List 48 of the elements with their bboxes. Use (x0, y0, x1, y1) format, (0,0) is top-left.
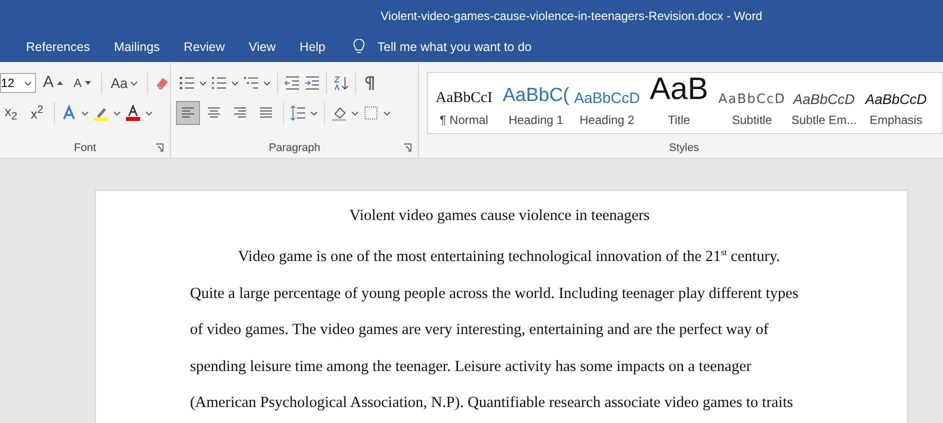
caret-icon (231, 80, 239, 86)
borders-icon (363, 105, 379, 121)
highlighter-icon (93, 105, 109, 121)
superscript-button[interactable]: x$^{2}$ (30, 104, 44, 122)
increase-indent-icon (304, 75, 320, 91)
change-case-button[interactable]: Aa (108, 72, 141, 94)
dialog-launcher-icon[interactable] (403, 143, 412, 152)
font-size-field[interactable]: 12 (0, 73, 36, 93)
group-label: Font (74, 142, 96, 154)
shrink-font-button[interactable]: A (70, 72, 95, 94)
shrink-arrow-icon (84, 80, 92, 86)
eraser-icon (154, 75, 170, 91)
window-title: Violent-video-games-cause-violence-in-teenagers-Revision.docx - Word (380, 9, 762, 23)
alignment-button[interactable] (177, 102, 199, 124)
text-effects-icon (61, 105, 77, 121)
lightbulb-icon (351, 39, 368, 55)
caret-icon (24, 80, 32, 86)
caret-icon (383, 110, 391, 116)
caret-icon (81, 110, 89, 116)
ribbon-tab[interactable]: Help (288, 34, 338, 60)
ribbon-tab[interactable]: View (236, 34, 288, 60)
ribbon-tab[interactable]: References (14, 34, 102, 60)
sort-icon (333, 75, 349, 91)
subscript-button[interactable]: x$_{2}$ (4, 104, 18, 122)
caret-icon (310, 110, 318, 116)
line-spacing-icon (290, 105, 306, 121)
font-color-icon (125, 105, 141, 121)
ribbon-tab[interactable]: Review (172, 34, 237, 60)
document-title: Violent video games cause violence in teenagers (349, 207, 650, 224)
caret-icon (130, 80, 138, 86)
caret-icon (199, 80, 207, 86)
decrease-indent-icon (284, 75, 300, 91)
shading-icon (331, 105, 347, 121)
ribbon-tab[interactable]: Mailings (102, 34, 172, 60)
group-label: Paragraph (268, 142, 320, 154)
body-paragraph: Video game is one of the most entertaining technological innovation of the 21$^{st}$ century. Quite a large percentage of young people across the world. Including teenager play different types of video games. The video games are very interesting, entertaining and are the perfect way of spending leisure time among the teenager. Leisure activity has some impacts on a teenager (American Psychological Association, N.P). Quantifiable research associate video games to traits (190, 246, 800, 413)
caret-icon (263, 80, 271, 86)
caret-icon (351, 110, 359, 116)
caret-icon (145, 110, 153, 116)
caret-icon (113, 110, 121, 116)
dialog-launcher-icon[interactable] (155, 143, 164, 152)
numbering-icon (211, 75, 227, 91)
grow-arrow-icon (56, 80, 64, 86)
multilevel-list-icon (243, 75, 259, 91)
tell-me-field[interactable]: Tell me what you want to do (375, 39, 580, 55)
grow-font-button[interactable]: A (40, 72, 67, 94)
group-label: Styles (669, 142, 699, 154)
bullets-icon (179, 75, 195, 91)
